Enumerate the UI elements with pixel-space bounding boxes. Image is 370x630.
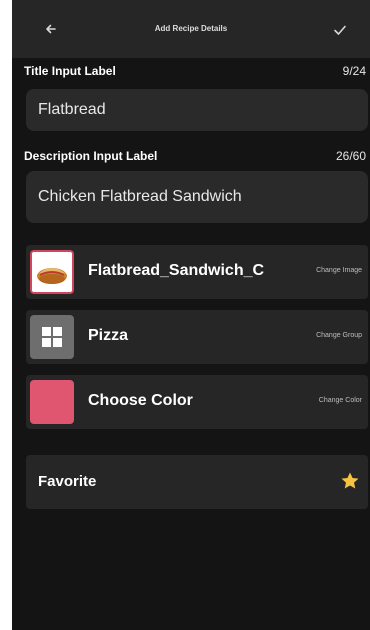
choose-color-label: Choose Color: [88, 392, 193, 409]
change-image-button[interactable]: Change Image: [316, 267, 362, 274]
color-row[interactable]: Choose Color Change Color: [26, 375, 368, 429]
sandwich-image: [30, 250, 74, 294]
checkmark-icon[interactable]: [332, 22, 348, 38]
star-icon[interactable]: [340, 471, 360, 491]
change-color-button[interactable]: Change Color: [319, 397, 362, 404]
group-name: Pizza: [88, 327, 129, 344]
description-input-label: Description Input Label: [24, 149, 158, 163]
group-row[interactable]: Pizza Change Group: [26, 310, 368, 364]
color-swatch: [30, 380, 74, 424]
top-app-bar: Add Recipe Details: [12, 0, 370, 58]
grid-icon: [30, 315, 74, 359]
description-char-counter: 26/60: [335, 149, 366, 163]
recipe-details-screen: Add Recipe Details Title Input Label 9/2…: [12, 0, 370, 630]
title-char-counter: 9/24: [342, 64, 366, 78]
description-input[interactable]: Chicken Flatbread Sandwich: [26, 171, 368, 223]
favorite-row[interactable]: Favorite: [26, 455, 368, 509]
image-file-name: Flatbread_Sandwich_C: [88, 262, 265, 279]
page-title: Add Recipe Details: [154, 24, 228, 33]
title-input[interactable]: Flatbread: [26, 89, 368, 131]
image-row[interactable]: Flatbread_Sandwich_C Change Image: [26, 245, 368, 299]
title-input-value: Flatbread: [38, 101, 106, 118]
change-group-button[interactable]: Change Group: [316, 332, 362, 339]
description-input-value: Chicken Flatbread Sandwich: [38, 188, 242, 205]
favorite-label: Favorite: [38, 473, 97, 490]
title-input-label: Title Input Label: [24, 64, 116, 78]
